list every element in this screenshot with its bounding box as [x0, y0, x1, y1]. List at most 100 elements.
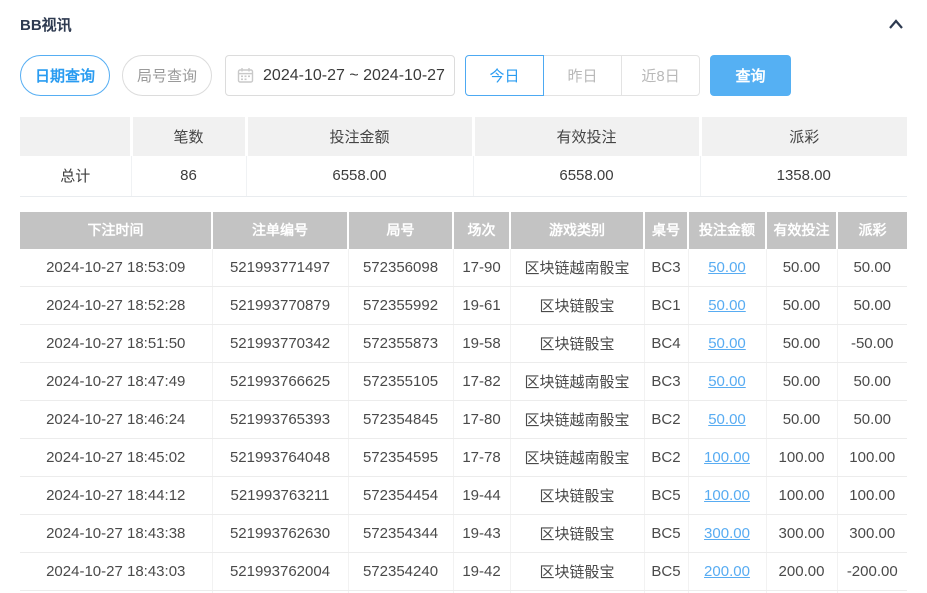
round-id-cell: 572354240	[348, 553, 453, 591]
bet-amount-link[interactable]: 50.00	[708, 259, 746, 276]
table-row: 2024-10-27 18:43:03521993762004572354240…	[20, 553, 907, 591]
valid-bet-cell: 50.00	[766, 287, 837, 325]
bet-id-cell: 521993762004	[212, 553, 348, 591]
bb-video-panel: BB视讯 日期查询 局号查询	[0, 0, 927, 593]
session-cell: 19-44	[453, 477, 510, 515]
calendar-icon	[237, 67, 254, 84]
payout-cell: 100.00	[837, 477, 907, 515]
column-header-bet-amount: 投注金额	[688, 212, 766, 249]
bet-amount-cell: 50.00	[688, 401, 766, 439]
payout-cell: 50.00	[837, 249, 907, 287]
session-cell: 17-82	[453, 363, 510, 401]
bet-amount-cell: 100.00	[688, 477, 766, 515]
valid-bet-cell: 200.00	[766, 553, 837, 591]
bet-id-cell: 521993770342	[212, 325, 348, 363]
bet-time-cell: 2024-10-27 18:46:24	[20, 401, 212, 439]
table-row: 2024-10-27 18:44:12521993763211572354454…	[20, 477, 907, 515]
game-type-cell: 区块链骰宝	[510, 325, 644, 363]
game-type-cell: 区块链骰宝	[510, 553, 644, 591]
payout-cell: 50.00	[837, 363, 907, 401]
bet-time-cell: 2024-10-27 18:43:38	[20, 515, 212, 553]
table-no-cell: BC2	[644, 401, 688, 439]
chevron-up-icon	[887, 17, 905, 31]
bet-records-table: 下注时间 注单编号 局号 场次 游戏类别 桌号 投注金额 有效投注 派彩 202…	[20, 212, 907, 593]
bet-amount-link[interactable]: 50.00	[708, 297, 746, 314]
table-no-cell: BC3	[644, 363, 688, 401]
game-type-cell: 区块链骰宝	[510, 515, 644, 553]
game-type-cell: 区块链越南骰宝	[510, 363, 644, 401]
round-id-cell: 572356098	[348, 249, 453, 287]
table-row: 2024-10-27 18:47:49521993766625572355105…	[20, 363, 907, 401]
valid-bet-cell: 50.00	[766, 363, 837, 401]
summary-header-bet-amount: 投注金额	[246, 117, 473, 156]
summary-header-row: 笔数 投注金额 有效投注 派彩	[20, 117, 907, 156]
bet-amount-link[interactable]: 100.00	[704, 449, 750, 466]
bet-amount-cell: 50.00	[688, 287, 766, 325]
round-id-cell: 572354845	[348, 401, 453, 439]
bet-amount-link[interactable]: 300.00	[704, 525, 750, 542]
bet-amount-cell: 300.00	[688, 515, 766, 553]
summary-header-empty	[20, 117, 131, 156]
table-row: 2024-10-27 18:53:09521993771497572356098…	[20, 249, 907, 287]
session-cell: 19-42	[453, 553, 510, 591]
table-no-cell: BC5	[644, 553, 688, 591]
quick-range-yesterday[interactable]: 昨日	[543, 55, 622, 96]
column-header-bet-id: 注单编号	[212, 212, 348, 249]
session-cell: 17-80	[453, 401, 510, 439]
bet-amount-link[interactable]: 50.00	[708, 335, 746, 352]
bet-amount-cell: 100.00	[688, 439, 766, 477]
column-header-payout: 派彩	[837, 212, 907, 249]
collapse-panel-button[interactable]	[885, 13, 907, 35]
round-id-cell: 572354344	[348, 515, 453, 553]
table-no-cell: BC1	[644, 287, 688, 325]
summary-header-valid-bet: 有效投注	[473, 117, 700, 156]
payout-cell: 50.00	[837, 287, 907, 325]
bet-id-cell: 521993763211	[212, 477, 348, 515]
session-cell: 17-90	[453, 249, 510, 287]
quick-range-group: 今日 昨日 近8日	[465, 55, 700, 96]
bet-time-cell: 2024-10-27 18:52:28	[20, 287, 212, 325]
bet-amount-link[interactable]: 50.00	[708, 411, 746, 428]
round-id-cell: 572355992	[348, 287, 453, 325]
column-header-session: 场次	[453, 212, 510, 249]
bet-amount-link[interactable]: 100.00	[704, 487, 750, 504]
session-cell: 17-78	[453, 439, 510, 477]
bet-id-cell: 521993762630	[212, 515, 348, 553]
panel-header: BB视讯	[20, 0, 907, 35]
table-no-cell: BC5	[644, 477, 688, 515]
tab-round-query[interactable]: 局号查询	[122, 55, 212, 96]
bet-id-cell: 521993771497	[212, 249, 348, 287]
round-id-cell: 572355105	[348, 363, 453, 401]
tab-date-query[interactable]: 日期查询	[20, 55, 110, 96]
table-no-cell: BC2	[644, 439, 688, 477]
payout-cell: 300.00	[837, 515, 907, 553]
round-id-cell: 572355873	[348, 325, 453, 363]
valid-bet-cell: 50.00	[766, 249, 837, 287]
column-header-round-id: 局号	[348, 212, 453, 249]
payout-cell: 50.00	[837, 401, 907, 439]
bet-id-cell: 521993765393	[212, 401, 348, 439]
summary-total-row: 总计 86 6558.00 6558.00 1358.00	[20, 156, 907, 196]
bet-time-cell: 2024-10-27 18:43:03	[20, 553, 212, 591]
bet-table-header-row: 下注时间 注单编号 局号 场次 游戏类别 桌号 投注金额 有效投注 派彩	[20, 212, 907, 249]
valid-bet-cell: 100.00	[766, 477, 837, 515]
date-range-picker[interactable]: 2024-10-27 ~ 2024-10-27	[225, 55, 455, 96]
payout-cell: -50.00	[837, 325, 907, 363]
quick-range-today[interactable]: 今日	[465, 55, 544, 96]
valid-bet-cell: 100.00	[766, 439, 837, 477]
summary-total-label: 总计	[20, 156, 131, 196]
game-type-cell: 区块链越南骰宝	[510, 249, 644, 287]
bet-id-cell: 521993770879	[212, 287, 348, 325]
column-header-valid-bet: 有效投注	[766, 212, 837, 249]
bet-table-body: 2024-10-27 18:53:09521993771497572356098…	[20, 249, 907, 593]
bet-amount-link[interactable]: 50.00	[708, 373, 746, 390]
search-button[interactable]: 查询	[710, 55, 791, 96]
payout-cell: -200.00	[837, 553, 907, 591]
summary-header-payout: 派彩	[700, 117, 907, 156]
bet-time-cell: 2024-10-27 18:45:02	[20, 439, 212, 477]
bet-time-cell: 2024-10-27 18:47:49	[20, 363, 212, 401]
game-type-cell: 区块链越南骰宝	[510, 401, 644, 439]
table-no-cell: BC4	[644, 325, 688, 363]
bet-amount-link[interactable]: 200.00	[704, 563, 750, 580]
quick-range-last8days[interactable]: 近8日	[621, 55, 700, 96]
